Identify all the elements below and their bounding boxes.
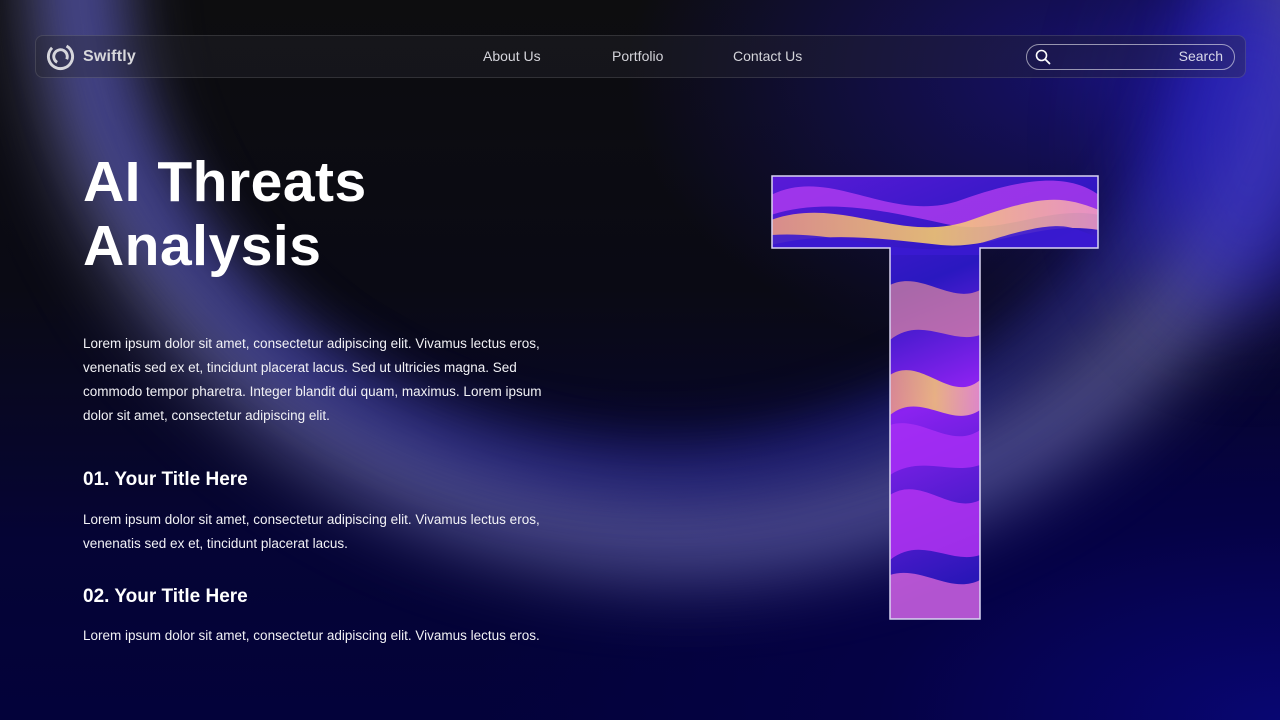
search-placeholder: Search	[1178, 48, 1223, 64]
nav-about-us[interactable]: About Us	[483, 48, 541, 64]
search-bar[interactable]: Search	[1026, 44, 1235, 70]
intro-paragraph: Lorem ipsum dolor sit amet, consectetur …	[83, 336, 542, 423]
top-navbar: Swiftly About Us Portfolio Contact Us Se…	[35, 35, 1246, 78]
nav-contact-us[interactable]: Contact Us	[733, 48, 802, 64]
hero-content: AI Threats Analysis Lorem ipsum dolor si…	[83, 150, 583, 643]
title-line-1: AI Threats	[83, 150, 367, 214]
brand-name: Swiftly	[83, 47, 136, 65]
section-2-text: Lorem ipsum dolor sit amet, consectetur …	[83, 628, 540, 643]
page-title: AI Threats Analysis	[83, 150, 583, 278]
section-1-text: Lorem ipsum dolor sit amet, consectetur …	[83, 512, 540, 551]
section-2-title: 02. Your Title Here	[83, 586, 248, 607]
search-icon	[1035, 49, 1051, 65]
section-1-title: 01. Your Title Here	[83, 469, 248, 490]
nav-portfolio[interactable]: Portfolio	[612, 48, 663, 64]
swirl-logo-icon	[46, 42, 75, 71]
letter-t-graphic	[771, 175, 1099, 620]
title-line-2: Analysis	[83, 214, 322, 278]
brand-logo[interactable]: Swiftly	[46, 42, 136, 71]
